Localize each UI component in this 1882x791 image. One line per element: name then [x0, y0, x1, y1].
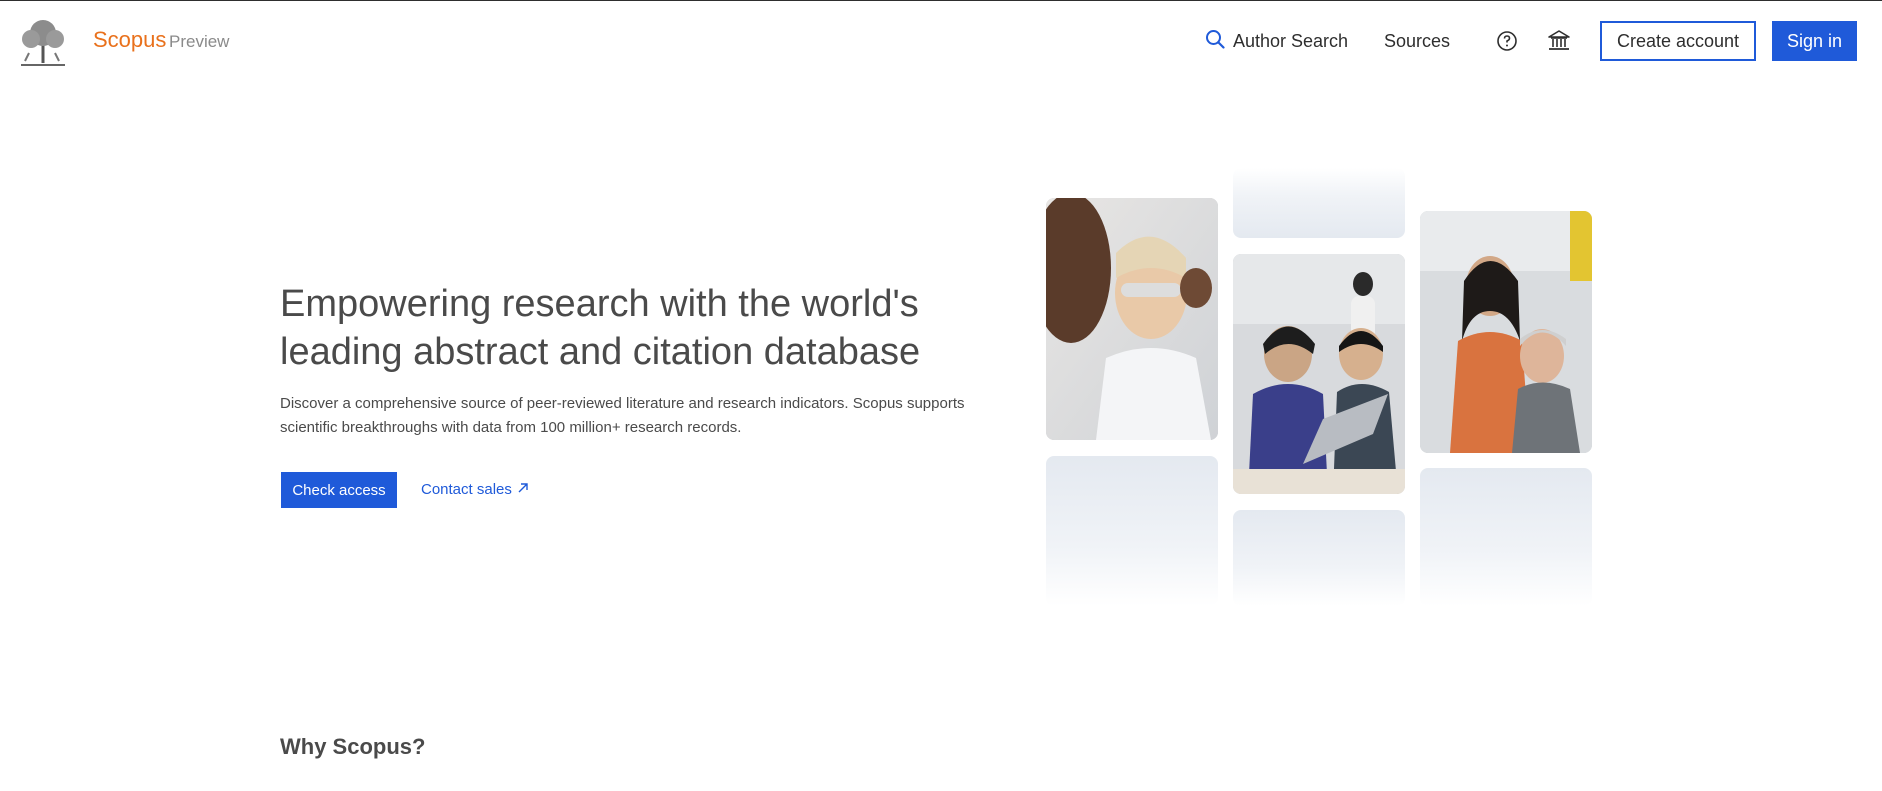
search-icon: [1205, 29, 1225, 54]
researcher-photo-1: [1046, 198, 1218, 440]
check-access-button[interactable]: Check access: [281, 472, 397, 508]
brand-subtitle: Preview: [169, 32, 230, 51]
author-search-label: Author Search: [1233, 31, 1349, 51]
author-search-link[interactable]: Author Search: [1205, 29, 1348, 54]
why-scopus-heading: Why Scopus?: [280, 734, 426, 759]
site-header: Scopus Preview Author Search Sources Cre…: [0, 1, 1882, 81]
students-laptop-photo: [1233, 254, 1405, 494]
institution-icon[interactable]: [1546, 28, 1572, 54]
hero-title: Empowering research with the world's lea…: [280, 283, 921, 373]
colleagues-photo: [1420, 211, 1592, 453]
image-placeholder: [1233, 168, 1405, 238]
brand-name[interactable]: Scopus: [93, 27, 166, 53]
image-placeholder: [1046, 456, 1218, 606]
hero-description: Discover a comprehensive source of peer-…: [280, 395, 965, 436]
help-icon[interactable]: [1494, 28, 1520, 54]
contact-sales-link[interactable]: Contact sales: [421, 481, 529, 498]
image-placeholder: [1233, 510, 1405, 606]
contact-sales-label: Contact sales: [421, 481, 512, 498]
sign-in-button[interactable]: Sign in: [1772, 21, 1857, 61]
image-placeholder: [1420, 468, 1592, 606]
elsevier-logo[interactable]: [15, 17, 71, 67]
create-account-button[interactable]: Create account: [1600, 21, 1756, 61]
external-link-icon: [517, 481, 529, 498]
sources-link[interactable]: Sources: [1384, 31, 1450, 52]
